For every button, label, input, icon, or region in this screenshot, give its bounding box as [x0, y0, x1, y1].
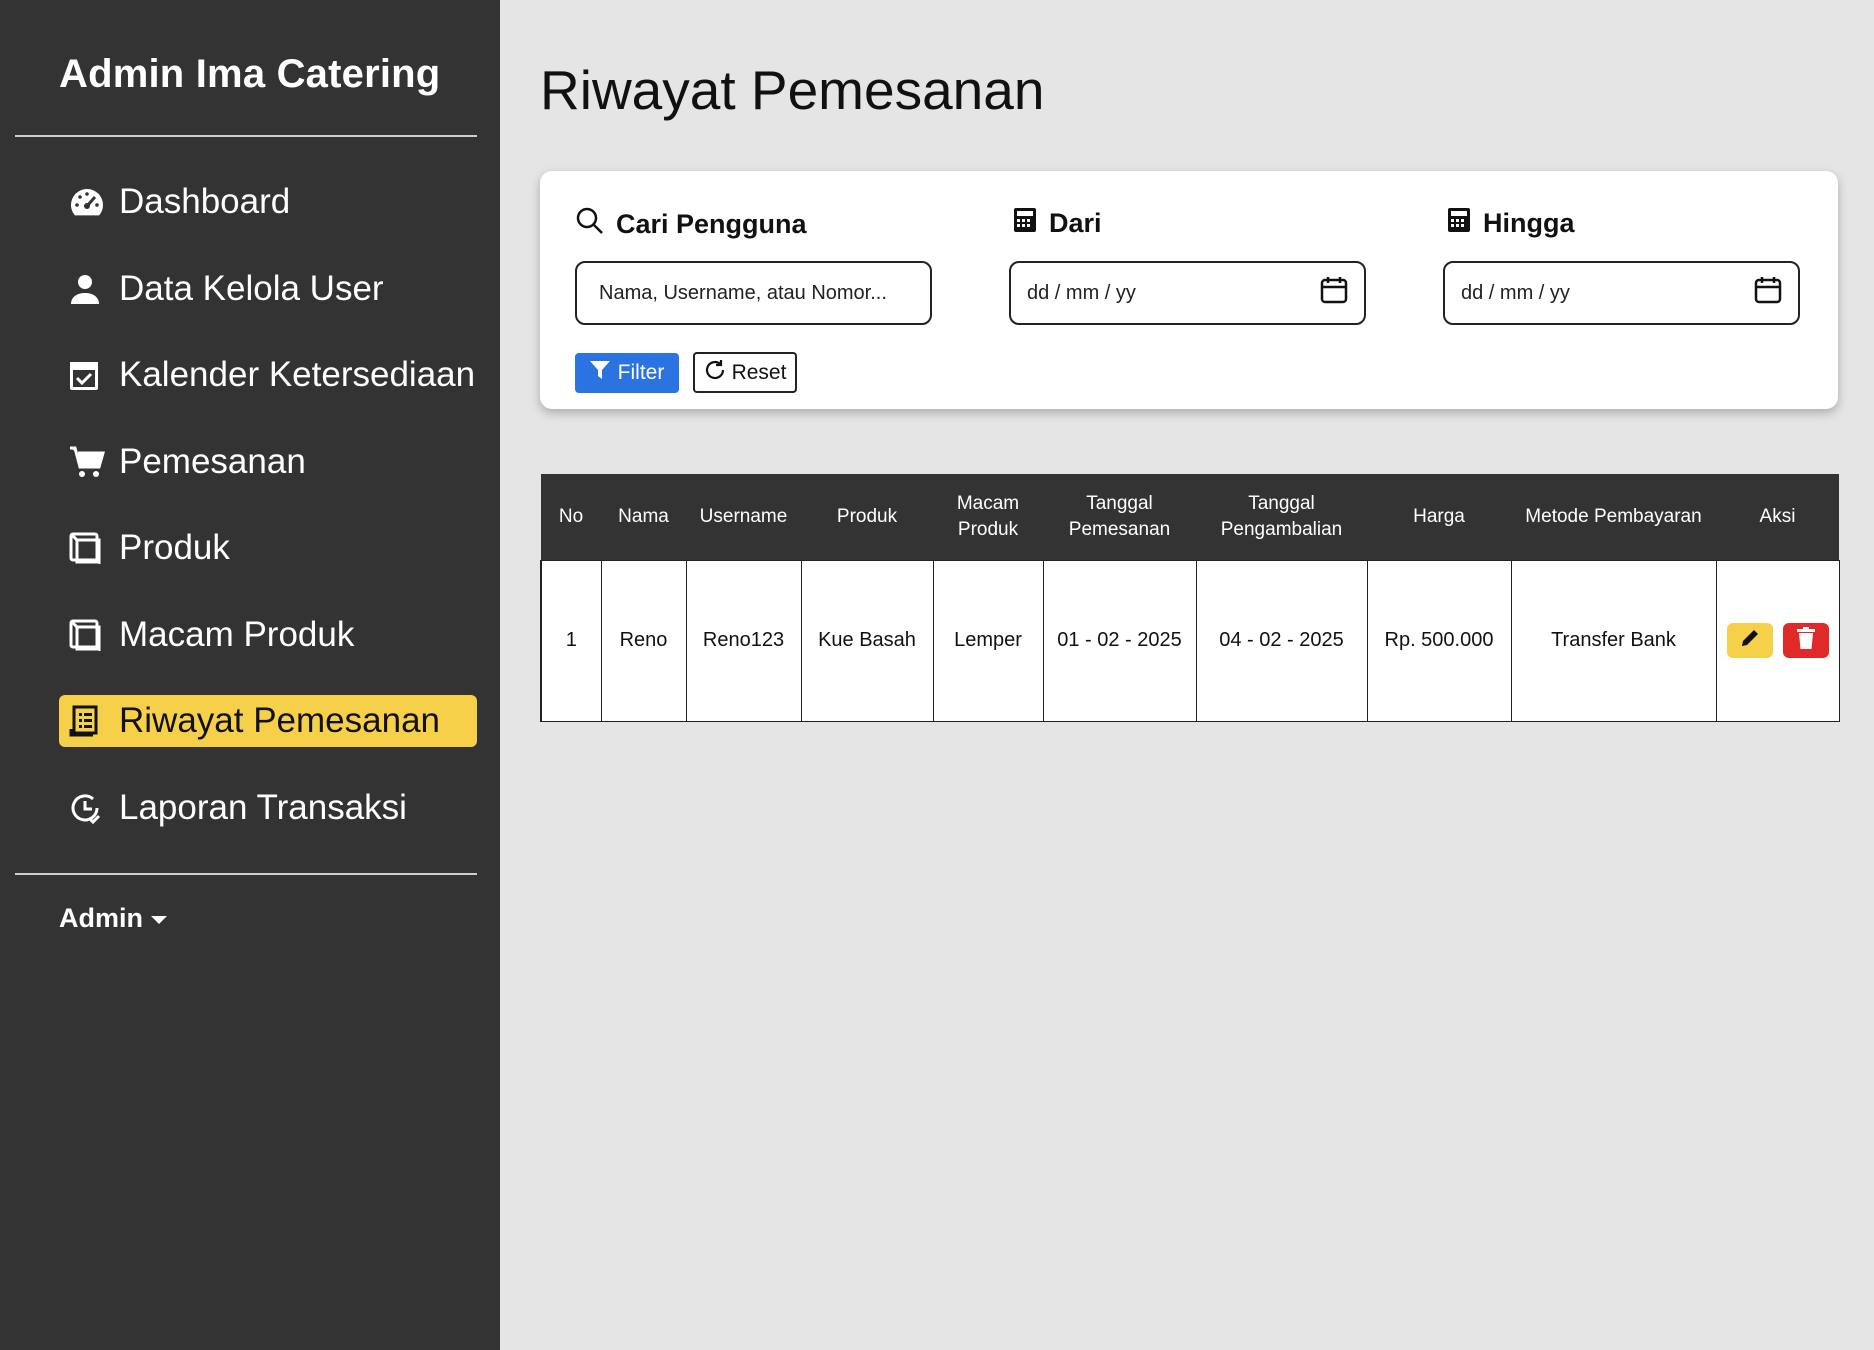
cell-no: 1 — [540, 559, 602, 722]
search-icon — [576, 207, 604, 242]
sidebar-item-label: Produk — [119, 528, 230, 567]
from-date-placeholder: dd / mm / yy — [1027, 281, 1136, 304]
calendar-check-icon — [59, 349, 119, 401]
caret-down-icon — [151, 916, 167, 924]
trash-icon — [1796, 626, 1815, 655]
box-icon — [59, 522, 119, 574]
sidebar-divider-bottom — [15, 873, 477, 875]
calendar-icon[interactable] — [1754, 276, 1782, 310]
refresh-icon — [704, 359, 726, 387]
table-header-row: No Nama Username Produk Macam Produk Tan… — [541, 474, 1839, 560]
sidebar-item-riwayat-pemesanan[interactable]: Riwayat Pemesanan — [59, 695, 477, 747]
calculator-icon — [1447, 207, 1471, 240]
account-menu[interactable]: Admin — [59, 903, 167, 934]
to-date-placeholder: dd / mm / yy — [1461, 281, 1570, 304]
sidebar-item-label: Laporan Transaksi — [119, 787, 407, 827]
calendar-icon[interactable] — [1320, 276, 1348, 310]
account-name: Admin — [59, 903, 143, 933]
reset-button-label: Reset — [731, 360, 787, 384]
user-icon — [59, 263, 119, 315]
from-label: Dari — [1013, 207, 1102, 240]
cell-produk: Kue Basah — [800, 559, 934, 722]
page-title: Riwayat Pemesanan — [540, 59, 1045, 121]
sidebar-item-label: Riwayat Pemesanan — [119, 701, 440, 740]
sidebar-item-produk[interactable]: Produk — [59, 522, 477, 574]
col-header: Aksi — [1716, 474, 1839, 560]
sidebar-item-label: Kalender Ketersediaan — [119, 355, 476, 394]
search-label-text: Cari Pengguna — [616, 209, 807, 239]
table-row: 1 Reno Reno123 Kue Basah Lemper 01 - 02 … — [540, 559, 1840, 722]
receipt-icon — [59, 695, 119, 747]
sidebar-nav: Dashboard Data Kelola User Kalender Kete… — [59, 176, 477, 868]
sidebar-item-macam-produk[interactable]: Macam Produk — [59, 609, 477, 661]
col-header[interactable]: Username — [686, 474, 801, 560]
to-label-text: Hingga — [1483, 208, 1575, 238]
filter-card: Cari Pengguna Nama, Username, atau Nomor… — [540, 171, 1838, 409]
col-header[interactable]: Tanggal Pengambalian — [1196, 474, 1367, 560]
sidebar-item-label: Data Kelola User — [119, 268, 384, 308]
cell-tanggal-pemesanan: 01 - 02 - 2025 — [1042, 559, 1197, 722]
delete-button[interactable] — [1782, 623, 1829, 658]
cell-username: Reno123 — [685, 559, 802, 722]
brand-title: Admin Ima Catering — [59, 52, 441, 96]
sidebar-item-data-kelola-user[interactable]: Data Kelola User — [59, 263, 477, 315]
col-header[interactable]: Metode Pembayaran — [1511, 474, 1716, 560]
cell-nama: Reno — [600, 559, 687, 722]
sidebar-item-laporan-transaksi[interactable]: Laporan Transaksi — [59, 782, 477, 834]
search-input[interactable]: Nama, Username, atau Nomor... — [575, 261, 932, 325]
orders-table: No Nama Username Produk Macam Produk Tan… — [540, 474, 1840, 722]
reset-button[interactable]: Reset — [693, 352, 797, 393]
cell-macam-produk: Lemper — [932, 559, 1044, 722]
sidebar-item-kalender-ketersediaan[interactable]: Kalender Ketersediaan — [59, 349, 477, 401]
sidebar-divider-top — [15, 135, 477, 137]
clock-report-icon — [59, 782, 119, 834]
sidebar: Admin Ima Catering Dashboard Data Kelola… — [0, 0, 500, 1350]
cell-aksi — [1715, 559, 1840, 722]
cell-harga: Rp. 500.000 — [1366, 559, 1512, 722]
from-date-input[interactable]: dd / mm / yy — [1009, 261, 1366, 325]
gauge-icon — [59, 176, 119, 228]
pencil-icon — [1739, 627, 1761, 655]
to-label: Hingga — [1447, 207, 1575, 240]
sidebar-item-label: Dashboard — [119, 182, 291, 221]
col-header[interactable]: Tanggal Pemesanan — [1043, 474, 1196, 560]
row-actions — [1721, 623, 1835, 658]
col-header[interactable]: No — [541, 474, 601, 560]
col-header[interactable]: Nama — [601, 474, 686, 560]
cart-icon — [59, 436, 119, 488]
col-header[interactable]: Produk — [801, 474, 933, 560]
cell-metode-pembayaran: Transfer Bank — [1510, 559, 1717, 722]
edit-button[interactable] — [1726, 623, 1773, 658]
cell-tanggal-pengambalian: 04 - 02 - 2025 — [1195, 559, 1368, 722]
search-placeholder: Nama, Username, atau Nomor... — [599, 281, 887, 304]
sidebar-item-pemesanan[interactable]: Pemesanan — [59, 436, 477, 488]
funnel-icon — [589, 361, 610, 385]
sidebar-item-label: Macam Produk — [119, 614, 355, 654]
from-label-text: Dari — [1049, 208, 1102, 238]
col-header[interactable]: Macam Produk — [933, 474, 1043, 560]
col-header[interactable]: Harga — [1367, 474, 1511, 560]
calculator-icon — [1013, 207, 1037, 240]
filter-button-label: Filter — [617, 361, 665, 384]
sidebar-item-dashboard[interactable]: Dashboard — [59, 176, 477, 228]
sidebar-item-label: Pemesanan — [119, 441, 306, 481]
search-label: Cari Pengguna — [576, 207, 807, 242]
filter-button[interactable]: Filter — [575, 353, 679, 393]
box-icon — [59, 609, 119, 661]
to-date-input[interactable]: dd / mm / yy — [1443, 261, 1800, 325]
